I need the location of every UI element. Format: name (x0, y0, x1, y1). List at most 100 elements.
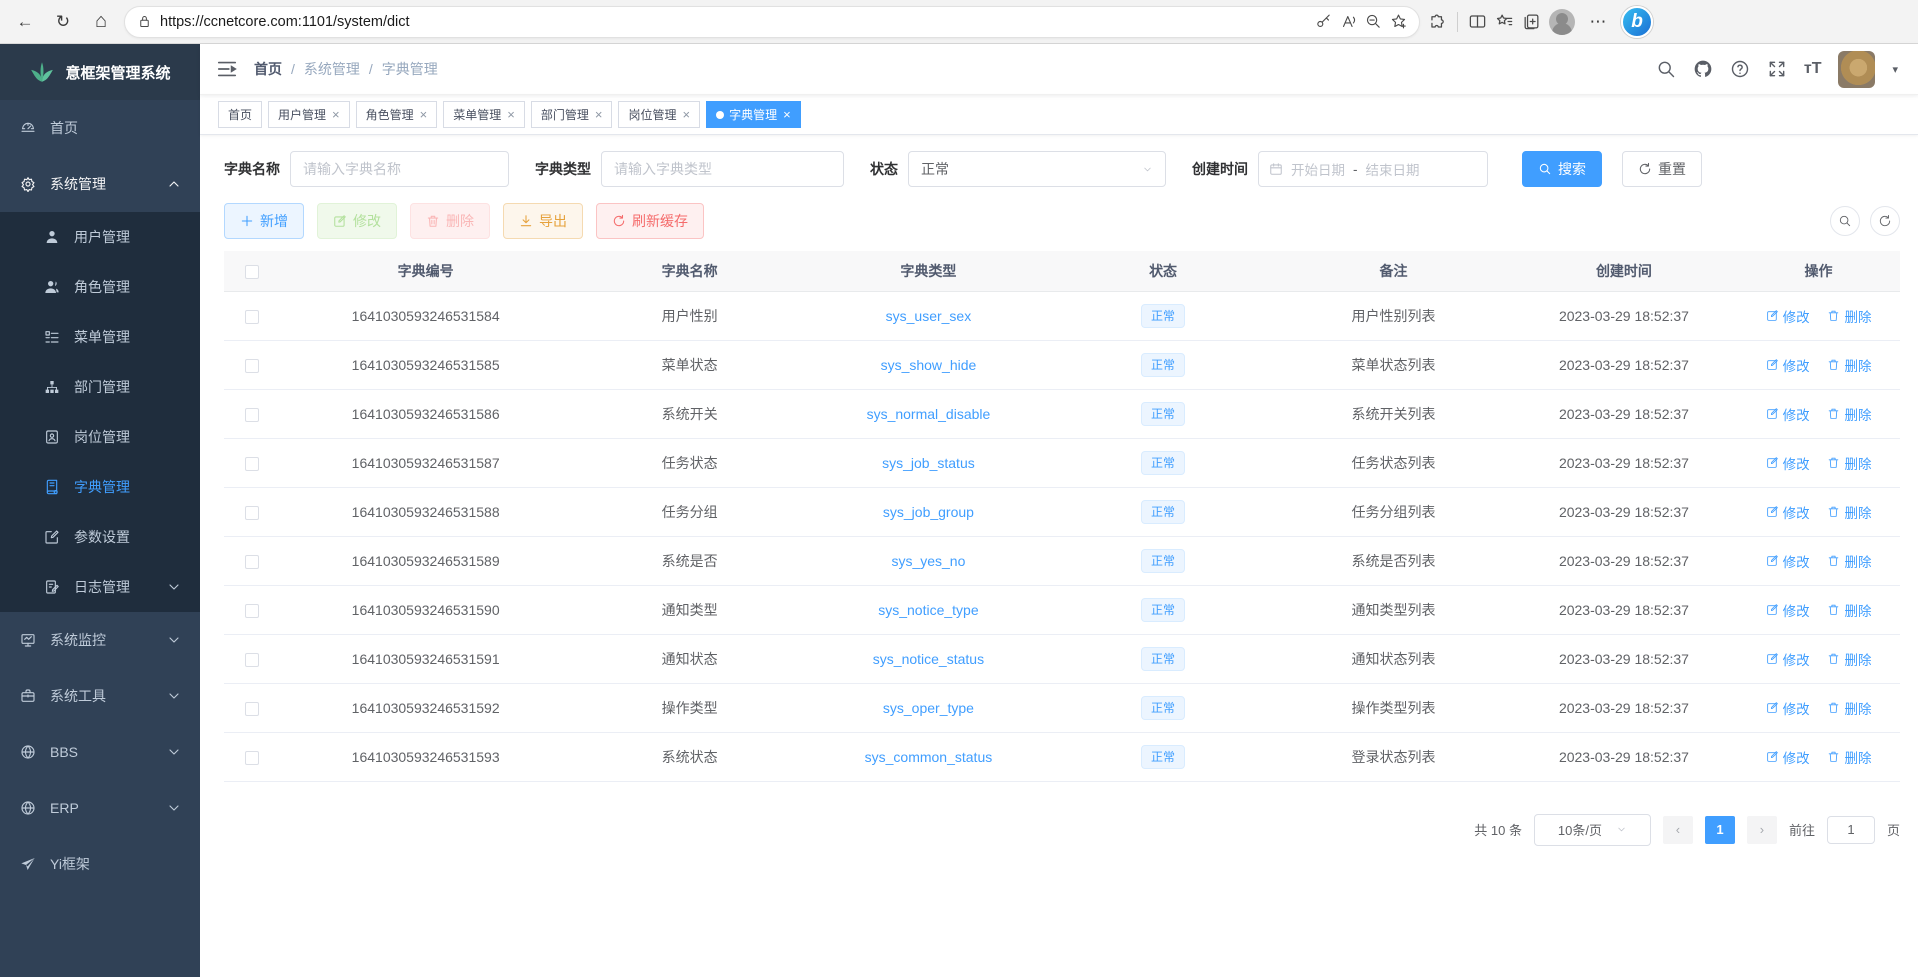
row-checkbox[interactable] (245, 702, 259, 716)
dict-type-link[interactable]: sys_job_status (882, 455, 975, 471)
sidebar-item-bbs[interactable]: BBS (0, 724, 200, 780)
read-aloud-icon[interactable] (1340, 13, 1357, 30)
bing-chat-icon[interactable]: b (1621, 6, 1653, 38)
extensions-icon[interactable] (1428, 12, 1447, 31)
edit-button[interactable]: 修改 (317, 203, 397, 239)
row-checkbox[interactable] (245, 457, 259, 471)
row-checkbox[interactable] (245, 604, 259, 618)
close-icon[interactable]: × (420, 107, 428, 122)
delete-button[interactable]: 删除 (410, 203, 490, 239)
sidebar-item-erp[interactable]: ERP (0, 780, 200, 836)
sidebar-item-home[interactable]: 首页 (0, 100, 200, 156)
close-icon[interactable]: × (682, 107, 690, 122)
date-range-picker[interactable]: 开始日期 - 结束日期 (1258, 151, 1488, 187)
sidebar-item-system-tools[interactable]: 系统工具 (0, 668, 200, 724)
nav-tab[interactable]: 字典管理 × (706, 101, 801, 128)
row-edit-link[interactable]: 修改 (1766, 355, 1810, 375)
url-text[interactable]: https://ccnetcore.com:1101/system/dict (160, 14, 1307, 30)
zoom-out-icon[interactable] (1365, 13, 1382, 30)
row-checkbox[interactable] (245, 751, 259, 765)
row-delete-link[interactable]: 删除 (1827, 502, 1871, 522)
add-button[interactable]: 新增 (224, 203, 304, 239)
reset-button[interactable]: 重置 (1622, 151, 1702, 187)
sidebar-item-dept-mgmt[interactable]: 部门管理 (0, 362, 200, 412)
next-page-button[interactable]: › (1747, 816, 1777, 844)
toggle-search-button[interactable] (1830, 206, 1860, 236)
browser-back-icon[interactable]: ← (10, 7, 40, 37)
refresh-table-button[interactable] (1870, 206, 1900, 236)
row-checkbox[interactable] (245, 506, 259, 520)
dict-type-link[interactable]: sys_yes_no (891, 553, 965, 569)
row-delete-link[interactable]: 删除 (1827, 306, 1871, 326)
goto-page-input[interactable] (1827, 816, 1875, 844)
sidebar-item-param-settings[interactable]: 参数设置 (0, 512, 200, 562)
user-avatar[interactable] (1838, 51, 1875, 88)
dict-type-link[interactable]: sys_common_status (865, 749, 993, 765)
row-delete-link[interactable]: 删除 (1827, 698, 1871, 718)
sidebar-item-log-mgmt[interactable]: 日志管理 (0, 562, 200, 612)
sidebar-item-role-mgmt[interactable]: 角色管理 (0, 262, 200, 312)
nav-tab[interactable]: 角色管理 × (356, 101, 438, 128)
search-icon[interactable] (1656, 59, 1676, 79)
dict-type-link[interactable]: sys_job_group (883, 504, 974, 520)
row-edit-link[interactable]: 修改 (1766, 649, 1810, 669)
row-checkbox[interactable] (245, 359, 259, 373)
close-icon[interactable]: × (783, 107, 791, 122)
collections-icon[interactable] (1522, 12, 1541, 31)
row-edit-link[interactable]: 修改 (1766, 502, 1810, 522)
sidebar-item-yi-framework[interactable]: Yi框架 (0, 836, 200, 892)
help-icon[interactable] (1730, 59, 1750, 79)
search-button[interactable]: 搜索 (1522, 151, 1602, 187)
favorites-icon[interactable] (1495, 12, 1514, 31)
dict-type-input[interactable] (601, 151, 844, 187)
row-edit-link[interactable]: 修改 (1766, 698, 1810, 718)
status-select[interactable]: 正常 (908, 151, 1166, 187)
sidebar-item-user-mgmt[interactable]: 用户管理 (0, 212, 200, 262)
row-checkbox[interactable] (245, 408, 259, 422)
row-edit-link[interactable]: 修改 (1766, 306, 1810, 326)
browser-more-icon[interactable]: ⋯ (1583, 7, 1613, 37)
nav-tab[interactable]: 部门管理 × (531, 101, 613, 128)
row-checkbox[interactable] (245, 310, 259, 324)
close-icon[interactable]: × (507, 107, 515, 122)
prev-page-button[interactable]: ‹ (1663, 816, 1693, 844)
sidebar-item-post-mgmt[interactable]: 岗位管理 (0, 412, 200, 462)
user-menu-caret-icon[interactable]: ▾ (1892, 63, 1898, 76)
password-key-icon[interactable] (1315, 13, 1332, 30)
dict-type-link[interactable]: sys_oper_type (883, 700, 974, 716)
row-checkbox[interactable] (245, 555, 259, 569)
row-delete-link[interactable]: 删除 (1827, 649, 1871, 669)
font-size-icon[interactable]: тT (1804, 60, 1822, 78)
sidebar-item-menu-mgmt[interactable]: 菜单管理 (0, 312, 200, 362)
dict-type-link[interactable]: sys_user_sex (886, 308, 972, 324)
sidebar-item-system-mgmt[interactable]: 系统管理 (0, 156, 200, 212)
current-page[interactable]: 1 (1705, 816, 1735, 844)
dict-type-link[interactable]: sys_notice_status (873, 651, 984, 667)
browser-reload-icon[interactable]: ↻ (48, 7, 78, 37)
dict-type-link[interactable]: sys_notice_type (878, 602, 978, 618)
close-icon[interactable]: × (595, 107, 603, 122)
row-edit-link[interactable]: 修改 (1766, 551, 1810, 571)
sidebar-item-system-monitor[interactable]: 系统监控 (0, 612, 200, 668)
breadcrumb-home[interactable]: 首页 (254, 59, 282, 79)
address-bar[interactable]: https://ccnetcore.com:1101/system/dict (124, 6, 1420, 38)
export-button[interactable]: 导出 (503, 203, 583, 239)
nav-tab[interactable]: 菜单管理 × (443, 101, 525, 128)
nav-tab[interactable]: 用户管理 × (268, 101, 350, 128)
row-delete-link[interactable]: 删除 (1827, 600, 1871, 620)
add-favorite-icon[interactable] (1390, 13, 1407, 30)
browser-home-icon[interactable]: ⌂ (86, 7, 116, 37)
github-icon[interactable] (1693, 59, 1713, 79)
split-screen-icon[interactable] (1468, 12, 1487, 31)
page-size-select[interactable]: 10条/页 (1534, 814, 1651, 846)
nav-tab[interactable]: 首页 (218, 101, 262, 128)
row-delete-link[interactable]: 删除 (1827, 551, 1871, 571)
sidebar-item-dict-mgmt[interactable]: 字典管理 (0, 462, 200, 512)
row-edit-link[interactable]: 修改 (1766, 600, 1810, 620)
row-delete-link[interactable]: 删除 (1827, 404, 1871, 424)
nav-tab[interactable]: 岗位管理 × (618, 101, 700, 128)
row-delete-link[interactable]: 删除 (1827, 747, 1871, 767)
dict-type-link[interactable]: sys_normal_disable (867, 406, 991, 422)
row-checkbox[interactable] (245, 653, 259, 667)
row-delete-link[interactable]: 删除 (1827, 355, 1871, 375)
